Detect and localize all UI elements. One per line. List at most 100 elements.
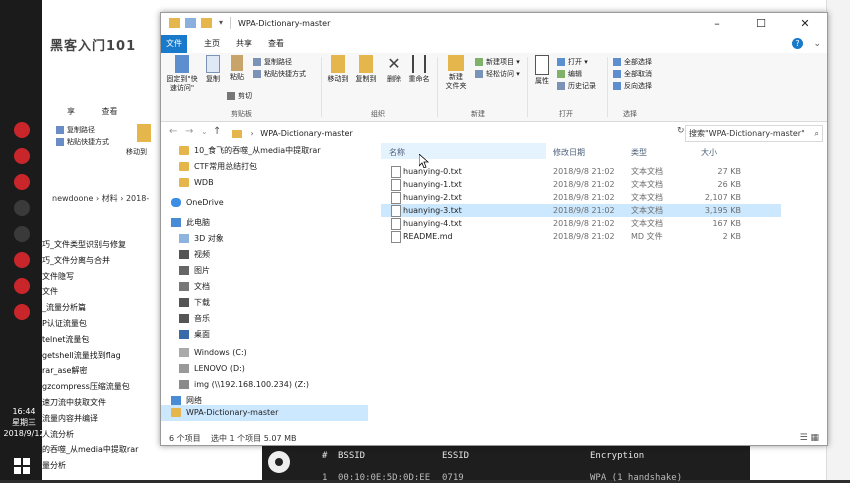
bg-move-to[interactable]: 移动到 <box>126 146 147 158</box>
list-item[interactable]: telnet流量包 <box>42 332 167 348</box>
list-item[interactable]: rar_ase解密 <box>42 363 167 379</box>
select-none-button[interactable]: 全部取消 <box>613 68 652 80</box>
nav-item-this-pc[interactable]: 此电脑 <box>171 215 210 231</box>
cut-button[interactable]: 剪切 <box>227 90 252 102</box>
pin-quick-access-button[interactable]: 固定到"快速访问" <box>163 55 201 93</box>
move-to-button[interactable]: 移动到 <box>325 55 351 84</box>
table-row[interactable]: huanying-1.txt 2018/9/8 21:02 文本文档 26 KB <box>381 178 781 191</box>
table-row[interactable]: README.md 2018/9/8 21:02 MD 文件 2 KB <box>381 230 781 243</box>
list-item[interactable]: 人流分析 <box>42 427 167 443</box>
invert-selection-button[interactable]: 反向选择 <box>613 80 652 92</box>
nav-item-downloads[interactable]: 下载 <box>179 295 210 311</box>
help-icon[interactable]: ? <box>792 38 803 49</box>
rename-button[interactable]: 重命名 <box>407 55 431 84</box>
taskbar-app-icon[interactable] <box>14 278 30 294</box>
list-item[interactable]: gzcompress压缩流量包 <box>42 379 167 395</box>
copy-to-button[interactable]: 复制到 <box>353 55 379 84</box>
nav-item-ctf[interactable]: CTF常用总结打包 <box>179 159 257 175</box>
table-row-selected[interactable]: huanying-3.txt 2018/9/8 21:02 文本文档 3,195… <box>381 204 781 217</box>
list-item[interactable]: getshell流量找到flag <box>42 348 167 364</box>
list-item[interactable]: 流量内容并编译 <box>42 411 167 427</box>
copy-path-button[interactable]: 复制路径 <box>253 56 292 68</box>
bg-breadcrumb[interactable]: newdoone › 材料 › 2018- <box>52 193 149 204</box>
nav-item-drive-d[interactable]: LENOVO (D:) <box>179 361 245 377</box>
taskbar-app-icon[interactable] <box>14 122 30 138</box>
col-type[interactable]: 类型 <box>631 147 647 158</box>
paste-button[interactable]: 粘贴 <box>227 55 247 82</box>
copy-button[interactable]: 复制 <box>203 55 223 84</box>
nav-item-desktop[interactable]: 桌面 <box>179 327 210 343</box>
taskbar-app-icon[interactable] <box>14 304 30 320</box>
list-item[interactable]: 文件 <box>42 284 167 300</box>
nav-item-3d-objects[interactable]: 3D 对象 <box>179 231 224 247</box>
minimize-icon[interactable]: – <box>695 13 739 35</box>
close-icon[interactable]: ✕ <box>783 13 827 35</box>
col-size[interactable]: 大小 <box>701 147 717 158</box>
nav-item-drive-c[interactable]: Windows (C:) <box>179 345 247 361</box>
taskbar-clock[interactable]: 16:44 星期三 2018/9/12 <box>0 406 48 439</box>
table-row[interactable]: huanying-2.txt 2018/9/8 21:02 文本文档 2,107… <box>381 191 781 204</box>
new-folder-quick-icon[interactable] <box>201 18 212 28</box>
recent-dropdown-icon[interactable]: ⌄ <box>201 127 208 136</box>
search-icon[interactable]: ⌕ <box>815 126 819 141</box>
tab-share[interactable]: 共享 <box>229 35 259 53</box>
windows-start-icon[interactable] <box>14 458 32 476</box>
delete-button[interactable]: ✕ 删除 <box>383 55 405 84</box>
list-item[interactable]: 文件隐写 <box>42 269 167 285</box>
refresh-icon[interactable]: ↻ <box>677 126 685 136</box>
properties-button[interactable]: 属性 <box>531 55 553 86</box>
view-toggle-icon[interactable]: ☰ ▦ <box>800 433 819 443</box>
tab-file[interactable]: 文件 <box>161 35 187 53</box>
address-input[interactable]: › WPA-Dictionary-master <box>229 125 675 142</box>
list-item[interactable]: 量分析 <box>42 458 167 474</box>
nav-item-media-rar[interactable]: 10_食飞的吞噬_从media中提取rar <box>179 143 321 159</box>
list-item[interactable]: 巧_文件类型识别与修复 <box>42 237 167 253</box>
nav-item-drive-z[interactable]: img (\\192.168.100.234) (Z:) <box>179 377 309 393</box>
forward-icon[interactable]: → <box>185 126 193 137</box>
nav-item-documents[interactable]: 文档 <box>179 279 210 295</box>
up-icon[interactable]: ↑ <box>213 126 221 137</box>
paste-shortcut-button[interactable]: 粘贴快捷方式 <box>253 68 306 80</box>
list-item[interactable]: P认证流量包 <box>42 316 167 332</box>
new-folder-button[interactable]: 新建 文件夹 <box>441 55 471 91</box>
bg-tab-view[interactable]: 查看 <box>102 107 118 116</box>
bg-paste-shortcut[interactable]: 粘贴快捷方式 <box>56 136 109 148</box>
taskbar-app-icon[interactable] <box>14 174 30 190</box>
taskbar-app-icon[interactable] <box>14 252 30 268</box>
list-item[interactable]: 的吞噬_从media中提取rar <box>42 442 167 458</box>
history-button[interactable]: 历史记录 <box>557 80 596 92</box>
table-row[interactable]: huanying-0.txt 2018/9/8 21:02 文本文档 27 KB <box>381 165 781 178</box>
nav-item-music[interactable]: 音乐 <box>179 311 210 327</box>
nav-item-pictures[interactable]: 图片 <box>179 263 210 279</box>
nav-item-onedrive[interactable]: OneDrive <box>171 195 224 211</box>
properties-quick-icon[interactable] <box>185 18 196 28</box>
new-item-button[interactable]: 新建项目 ▾ <box>475 56 520 68</box>
col-date[interactable]: 修改日期 <box>553 147 585 158</box>
select-all-button[interactable]: 全部选择 <box>613 56 652 68</box>
list-item[interactable]: 速刀流中获取文件 <box>42 395 167 411</box>
col-name[interactable]: 名称 <box>389 147 405 158</box>
open-button[interactable]: 打开 ▾ <box>557 56 588 68</box>
edit-button[interactable]: 编辑 <box>557 68 582 80</box>
list-item[interactable]: _流量分析篇 <box>42 300 167 316</box>
chevron-down-icon[interactable]: ⌄ <box>813 39 821 49</box>
taskbar-app-icon[interactable] <box>14 226 30 242</box>
table-row[interactable]: huanying-4.txt 2018/9/8 21:02 文本文档 167 K… <box>381 217 781 230</box>
nav-item-wdb[interactable]: WDB <box>179 175 214 191</box>
bg-copy-path[interactable]: 复制路径 <box>56 124 95 136</box>
back-icon[interactable]: ← <box>169 126 177 137</box>
tab-home[interactable]: 主页 <box>197 35 227 53</box>
taskbar-app-icon[interactable] <box>14 148 30 164</box>
bg-tab-share[interactable]: 享 <box>67 107 75 116</box>
tab-view[interactable]: 查看 <box>261 35 291 53</box>
terminal-window[interactable]: # BSSID ESSID Encryption 1 00:10:0E:5D:0… <box>262 443 750 483</box>
list-item[interactable]: 巧_文件分离与合并 <box>42 253 167 269</box>
quick-access-dropdown-icon[interactable]: ▾ <box>219 18 223 27</box>
nav-item-wpa-dictionary[interactable]: WPA-Dictionary-master <box>171 405 278 421</box>
taskbar-app-icon[interactable] <box>14 200 30 216</box>
easy-access-button[interactable]: 轻松访问 ▾ <box>475 68 520 80</box>
maximize-icon[interactable]: ☐ <box>739 13 783 35</box>
nav-item-videos[interactable]: 视频 <box>179 247 210 263</box>
breadcrumb-current[interactable]: WPA-Dictionary-master <box>260 129 352 138</box>
search-input[interactable]: 搜索"WPA-Dictionary-master" ⌕ <box>685 125 823 142</box>
